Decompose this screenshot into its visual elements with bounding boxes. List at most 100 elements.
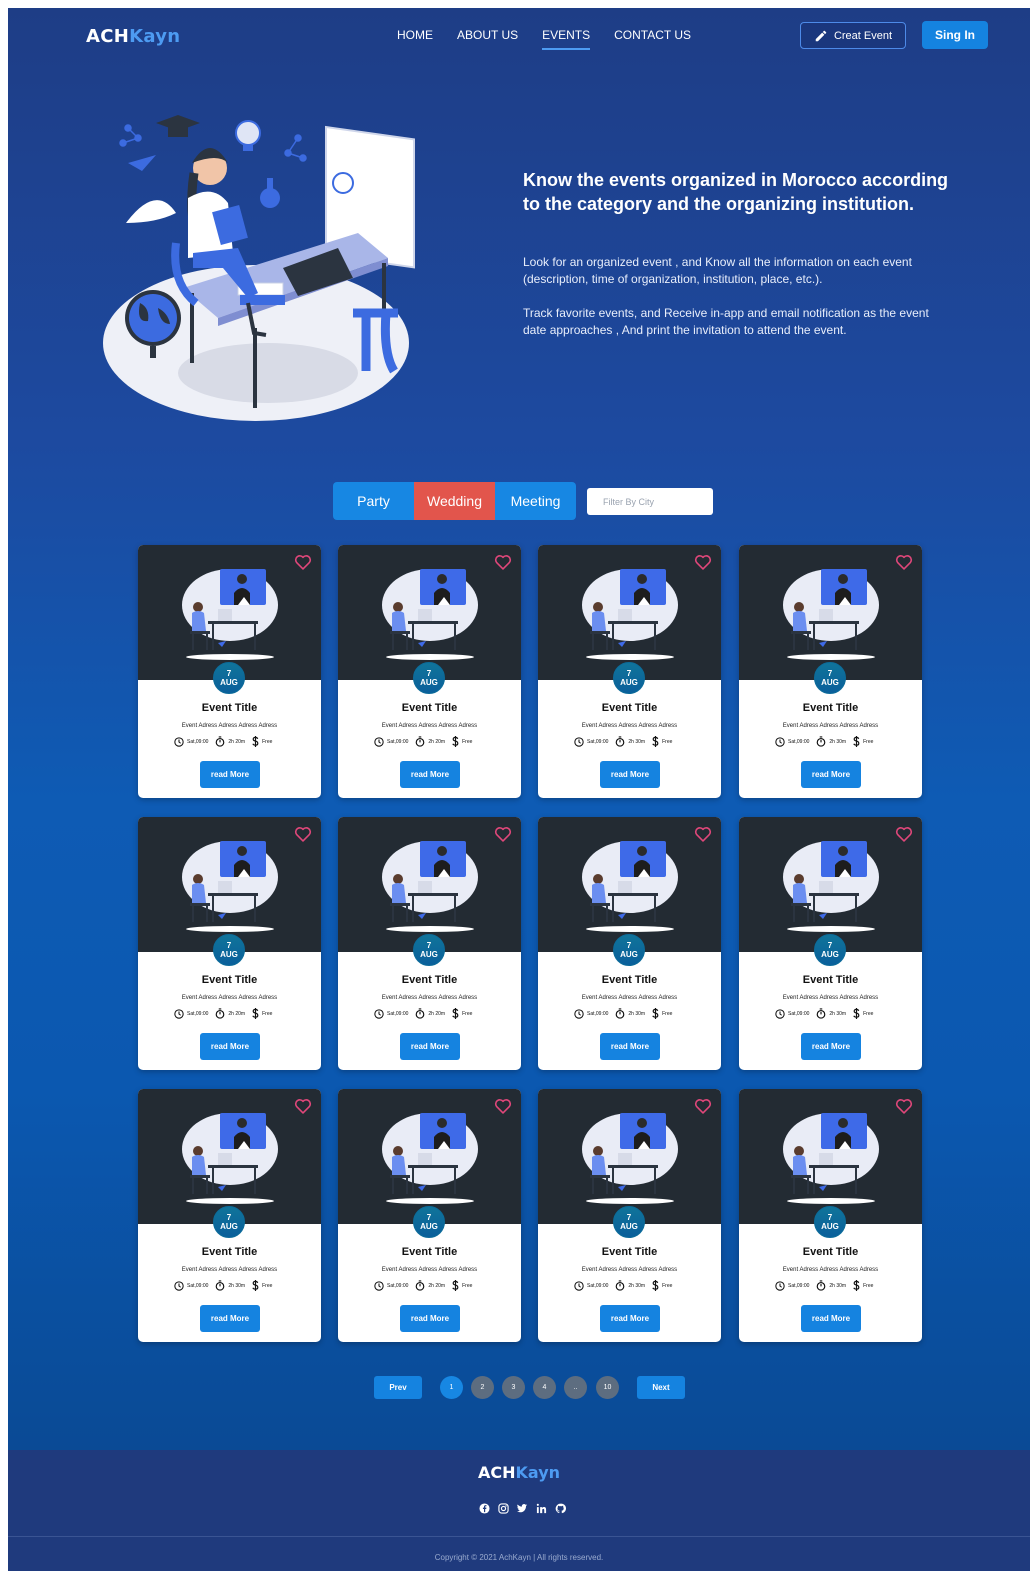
- read-more-button[interactable]: read More: [400, 1033, 460, 1060]
- heart-icon[interactable]: [294, 1098, 312, 1114]
- github-icon[interactable]: [554, 1502, 566, 1514]
- page-2-button[interactable]: 2: [471, 1376, 494, 1399]
- event-duration: 2h 30m: [615, 736, 645, 747]
- event-day: 7: [626, 669, 632, 678]
- instagram-icon[interactable]: [497, 1502, 509, 1514]
- event-duration: 2h 30m: [816, 1280, 846, 1291]
- event-date-badge: 7 AUG: [613, 662, 645, 694]
- event-date-badge: 7 AUG: [213, 662, 245, 694]
- read-more-button[interactable]: read More: [801, 761, 861, 788]
- event-card[interactable]: 7 AUG Event Title Event Adress Adress Ad…: [338, 545, 521, 798]
- event-duration-text: 2h 20m: [428, 1010, 446, 1017]
- stopwatch-icon: [817, 1280, 826, 1291]
- event-price: Free: [853, 1008, 873, 1019]
- event-card[interactable]: 7 AUG Event Title Event Adress Adress Ad…: [739, 817, 922, 1070]
- event-price: Free: [452, 736, 472, 747]
- heart-icon[interactable]: [895, 554, 913, 570]
- nav-link-events[interactable]: EVENTS: [542, 28, 591, 50]
- event-card[interactable]: 7 AUG Event Title Event Adress Adress Ad…: [739, 1089, 922, 1342]
- clock-icon: [574, 1280, 584, 1291]
- page-3-button[interactable]: 3: [502, 1376, 525, 1399]
- webinar-illustration: [382, 841, 478, 932]
- read-more-button[interactable]: read More: [600, 1305, 660, 1332]
- event-card[interactable]: 7 AUG Event Title Event Adress Adress Ad…: [538, 817, 721, 1070]
- event-duration-text: 2h 20m: [428, 738, 446, 745]
- page-10-button[interactable]: 10: [596, 1376, 619, 1399]
- heart-icon[interactable]: [494, 826, 512, 842]
- city-filter-input[interactable]: [587, 488, 713, 515]
- linkedin-icon[interactable]: [535, 1502, 547, 1514]
- nav-link-about[interactable]: ABOUT US: [457, 28, 518, 42]
- event-card[interactable]: 7 AUG Event Title Event Adress Adress Ad…: [138, 1089, 321, 1342]
- webinar-illustration: [783, 841, 879, 932]
- event-card[interactable]: 7 AUG Event Title Event Adress Adress Ad…: [138, 817, 321, 1070]
- event-title: Event Title: [201, 702, 258, 714]
- event-meta: Sat,09:00 2h 20m Free: [174, 736, 272, 747]
- clock-icon: [374, 1008, 384, 1019]
- event-card[interactable]: 7 AUG Event Title Event Adress Adress Ad…: [739, 545, 922, 798]
- page-4-button[interactable]: 4: [533, 1376, 556, 1399]
- event-day: 7: [426, 669, 432, 678]
- main-menu: HOME ABOUT US EVENTS CONTACT US: [397, 28, 715, 50]
- event-card[interactable]: 7 AUG Event Title Event Adress Adress Ad…: [138, 545, 321, 798]
- event-card[interactable]: 7 AUG Event Title Event Adress Adress Ad…: [538, 1089, 721, 1342]
- stopwatch-icon: [817, 736, 826, 747]
- tab-meeting[interactable]: Meeting: [495, 482, 576, 520]
- sign-in-button[interactable]: Sing In: [922, 21, 988, 49]
- event-day: 7: [827, 1213, 833, 1222]
- event-title: Event Title: [601, 974, 658, 986]
- event-time: Sat,09:00: [174, 736, 208, 747]
- footer-logo[interactable]: ACHKayn: [8, 1463, 1030, 1482]
- event-duration-text: 2h 20m: [228, 738, 246, 745]
- event-meta: Sat,09:00 2h 20m Free: [374, 736, 472, 747]
- event-card[interactable]: 7 AUG Event Title Event Adress Adress Ad…: [338, 817, 521, 1070]
- prev-page-button[interactable]: Prev: [374, 1376, 422, 1399]
- event-address: Event Adress Adress Adress Adress: [581, 723, 678, 729]
- read-more-button[interactable]: read More: [200, 1305, 260, 1332]
- read-more-button[interactable]: read More: [801, 1033, 861, 1060]
- dollar-icon: [452, 1280, 459, 1291]
- tab-wedding[interactable]: Wedding: [414, 482, 495, 520]
- heart-icon[interactable]: [694, 826, 712, 842]
- event-card[interactable]: 7 AUG Event Title Event Adress Adress Ad…: [338, 1089, 521, 1342]
- event-price-text: Free: [462, 1010, 473, 1017]
- next-page-button[interactable]: Next: [637, 1376, 685, 1399]
- event-price: Free: [652, 1280, 672, 1291]
- twitter-icon[interactable]: [516, 1502, 528, 1514]
- event-price-text: Free: [462, 738, 473, 745]
- event-meta: Sat,09:00 2h 20m Free: [374, 1008, 472, 1019]
- create-event-button[interactable]: Creat Event: [800, 22, 906, 49]
- nav-link-home[interactable]: HOME: [397, 28, 433, 42]
- event-time: Sat,09:00: [374, 1280, 408, 1291]
- nav-link-contact[interactable]: CONTACT US: [614, 28, 691, 42]
- heart-icon[interactable]: [494, 554, 512, 570]
- heart-icon[interactable]: [694, 554, 712, 570]
- category-tabs: Party Wedding Meeting: [333, 482, 576, 520]
- event-duration: 2h 20m: [415, 736, 445, 747]
- read-more-button[interactable]: read More: [400, 761, 460, 788]
- heart-icon[interactable]: [895, 826, 913, 842]
- heart-icon[interactable]: [294, 826, 312, 842]
- heart-icon[interactable]: [294, 554, 312, 570]
- read-more-button[interactable]: read More: [200, 761, 260, 788]
- read-more-button[interactable]: read More: [400, 1305, 460, 1332]
- event-card[interactable]: 7 AUG Event Title Event Adress Adress Ad…: [538, 545, 721, 798]
- event-address: Event Adress Adress Adress Adress: [181, 723, 278, 729]
- logo[interactable]: ACHKayn: [86, 26, 180, 47]
- read-more-button[interactable]: read More: [200, 1033, 260, 1060]
- heart-icon[interactable]: [895, 1098, 913, 1114]
- read-more-button[interactable]: read More: [600, 1033, 660, 1060]
- event-month: AUG: [220, 950, 238, 959]
- facebook-icon[interactable]: [478, 1502, 490, 1514]
- heart-icon[interactable]: [694, 1098, 712, 1114]
- heart-icon[interactable]: [494, 1098, 512, 1114]
- read-more-button[interactable]: read More: [600, 761, 660, 788]
- event-month: AUG: [420, 678, 438, 687]
- read-more-button[interactable]: read More: [801, 1305, 861, 1332]
- pencil-icon: [815, 30, 827, 41]
- tab-party[interactable]: Party: [333, 482, 414, 520]
- dollar-icon: [853, 1280, 860, 1291]
- pagination: Prev 1 2 3 4 .. 10 Next: [8, 1376, 1030, 1400]
- page-1-button[interactable]: 1: [440, 1376, 463, 1399]
- event-price: Free: [252, 736, 272, 747]
